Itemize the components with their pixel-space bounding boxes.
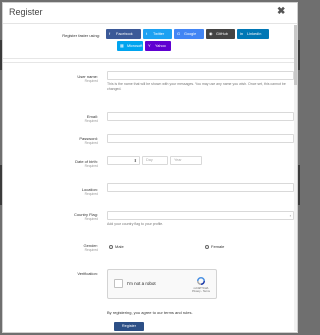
month-select[interactable]: ⬍ <box>107 156 140 165</box>
github-icon: ◉ <box>209 31 213 36</box>
username-hint: This is the name that will be shown with… <box>107 82 286 91</box>
country-flag-hint: Add your country flag to your profile. <box>107 222 164 226</box>
captcha-privacy-terms-link[interactable]: Privacy - Terms <box>192 290 210 293</box>
dialog-body: Register faster using: f Facebook t Twit… <box>3 24 297 332</box>
chevron-down-icon: ⬍ <box>133 158 137 163</box>
dialog-header: Register ✖ <box>3 3 297 24</box>
linkedin-button[interactable]: in LinkedIn <box>237 29 269 39</box>
social-login-label: Register faster using: <box>62 33 100 38</box>
captcha-brand: reCAPTCHA Privacy - Terms <box>192 287 210 293</box>
year-input[interactable]: Year <box>170 156 202 165</box>
radio-icon <box>109 244 113 249</box>
required-note: Required <box>84 217 98 221</box>
register-button[interactable]: Register <box>114 322 144 331</box>
radio-icon <box>205 244 209 249</box>
dialog-title: Register <box>9 7 43 17</box>
linkedin-icon: in <box>240 31 244 36</box>
captcha-checkbox[interactable] <box>114 279 123 288</box>
microsoft-button[interactable]: ▦ Microsoft <box>117 41 143 51</box>
terms-text: By registering, you agree to our terms a… <box>107 310 193 315</box>
day-input[interactable]: Day <box>142 156 168 165</box>
required-note: Required <box>84 192 98 196</box>
required-note: Required <box>84 141 98 145</box>
yahoo-button[interactable]: Y Yahoo <box>145 41 171 51</box>
facebook-icon: f <box>109 31 111 36</box>
password-label: Password: Required <box>3 136 98 145</box>
google-icon: G <box>177 31 181 36</box>
twitter-button[interactable]: t Twitter <box>143 29 172 39</box>
recaptcha-widget: I'm not a robot reCAPTCHA Privacy - Term… <box>107 269 217 299</box>
location-label: Location: Required <box>3 187 98 196</box>
username-label: User name: Required <box>3 74 98 83</box>
password-input[interactable] <box>107 134 294 143</box>
country-flag-select[interactable]: › <box>107 211 294 220</box>
gender-male-radio[interactable]: Male <box>109 244 124 249</box>
required-note: Required <box>84 119 98 123</box>
divider <box>3 62 297 63</box>
yahoo-icon: Y <box>148 43 151 48</box>
chevron-right-icon: › <box>289 213 291 218</box>
twitter-icon: t <box>146 31 148 36</box>
facebook-button[interactable]: f Facebook <box>106 29 141 39</box>
email-label: Email: Required <box>3 114 98 123</box>
scrollbar[interactable] <box>294 25 297 331</box>
register-dialog: Register ✖ Register faster using: f Face… <box>2 2 298 333</box>
email-input[interactable] <box>107 112 294 121</box>
verification-label: Verification: <box>77 271 98 276</box>
username-input[interactable] <box>107 71 294 80</box>
required-note: Required <box>84 248 98 252</box>
microsoft-icon: ▦ <box>120 43 124 48</box>
google-button[interactable]: G Google <box>174 29 204 39</box>
gender-female-radio[interactable]: Female <box>205 244 224 249</box>
captcha-label: I'm not a robot <box>127 281 156 286</box>
dob-label: Date of birth: Required <box>3 159 98 168</box>
scrollbar-thumb[interactable] <box>294 25 297 85</box>
divider <box>3 58 297 59</box>
location-input[interactable] <box>107 183 294 192</box>
github-button[interactable]: ◉ GitHub <box>206 29 235 39</box>
recaptcha-icon <box>197 277 205 285</box>
country-flag-label: Country Flag: Required <box>3 212 98 221</box>
close-icon[interactable]: ✖ <box>277 6 285 17</box>
gender-label: Gender: Required <box>3 243 98 252</box>
required-note: Required <box>84 164 98 168</box>
required-note: Required <box>84 79 98 83</box>
